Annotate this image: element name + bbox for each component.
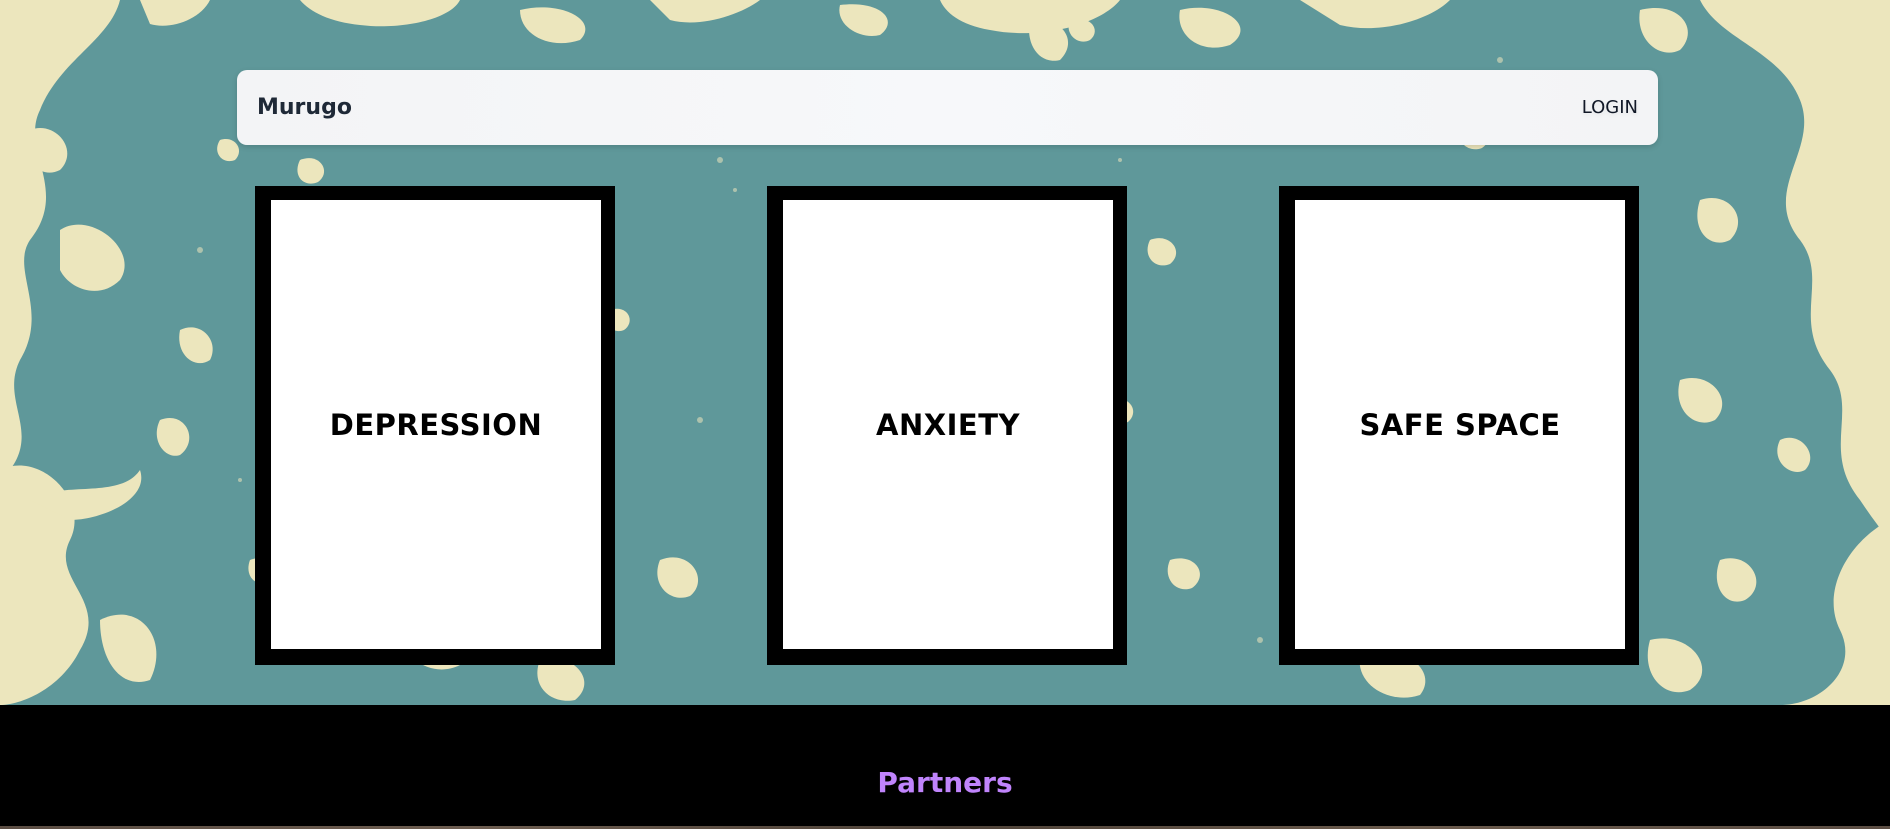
login-button[interactable]: LOGIN [1582, 92, 1638, 124]
page: Murugo LOGIN DEPRESSION ANXIETY SAFE SPA… [0, 0, 1890, 829]
partners-heading: Partners [877, 766, 1013, 799]
card-title: DEPRESSION [329, 407, 543, 442]
card-face: SAFE SPACE [1295, 200, 1625, 649]
card-anxiety[interactable]: ANXIETY [767, 186, 1127, 665]
card-face: DEPRESSION [271, 200, 601, 649]
card-face: ANXIETY [783, 200, 1113, 649]
top-navbar: Murugo LOGIN [237, 70, 1658, 145]
card-title: ANXIETY [876, 407, 1020, 442]
card-depression[interactable]: DEPRESSION [255, 186, 615, 665]
card-safe-space[interactable]: SAFE SPACE [1279, 186, 1639, 665]
hero-section: Murugo LOGIN DEPRESSION ANXIETY SAFE SPA… [0, 0, 1890, 705]
brand-logo-text[interactable]: Murugo [257, 70, 352, 145]
card-title: SAFE SPACE [1359, 407, 1561, 442]
